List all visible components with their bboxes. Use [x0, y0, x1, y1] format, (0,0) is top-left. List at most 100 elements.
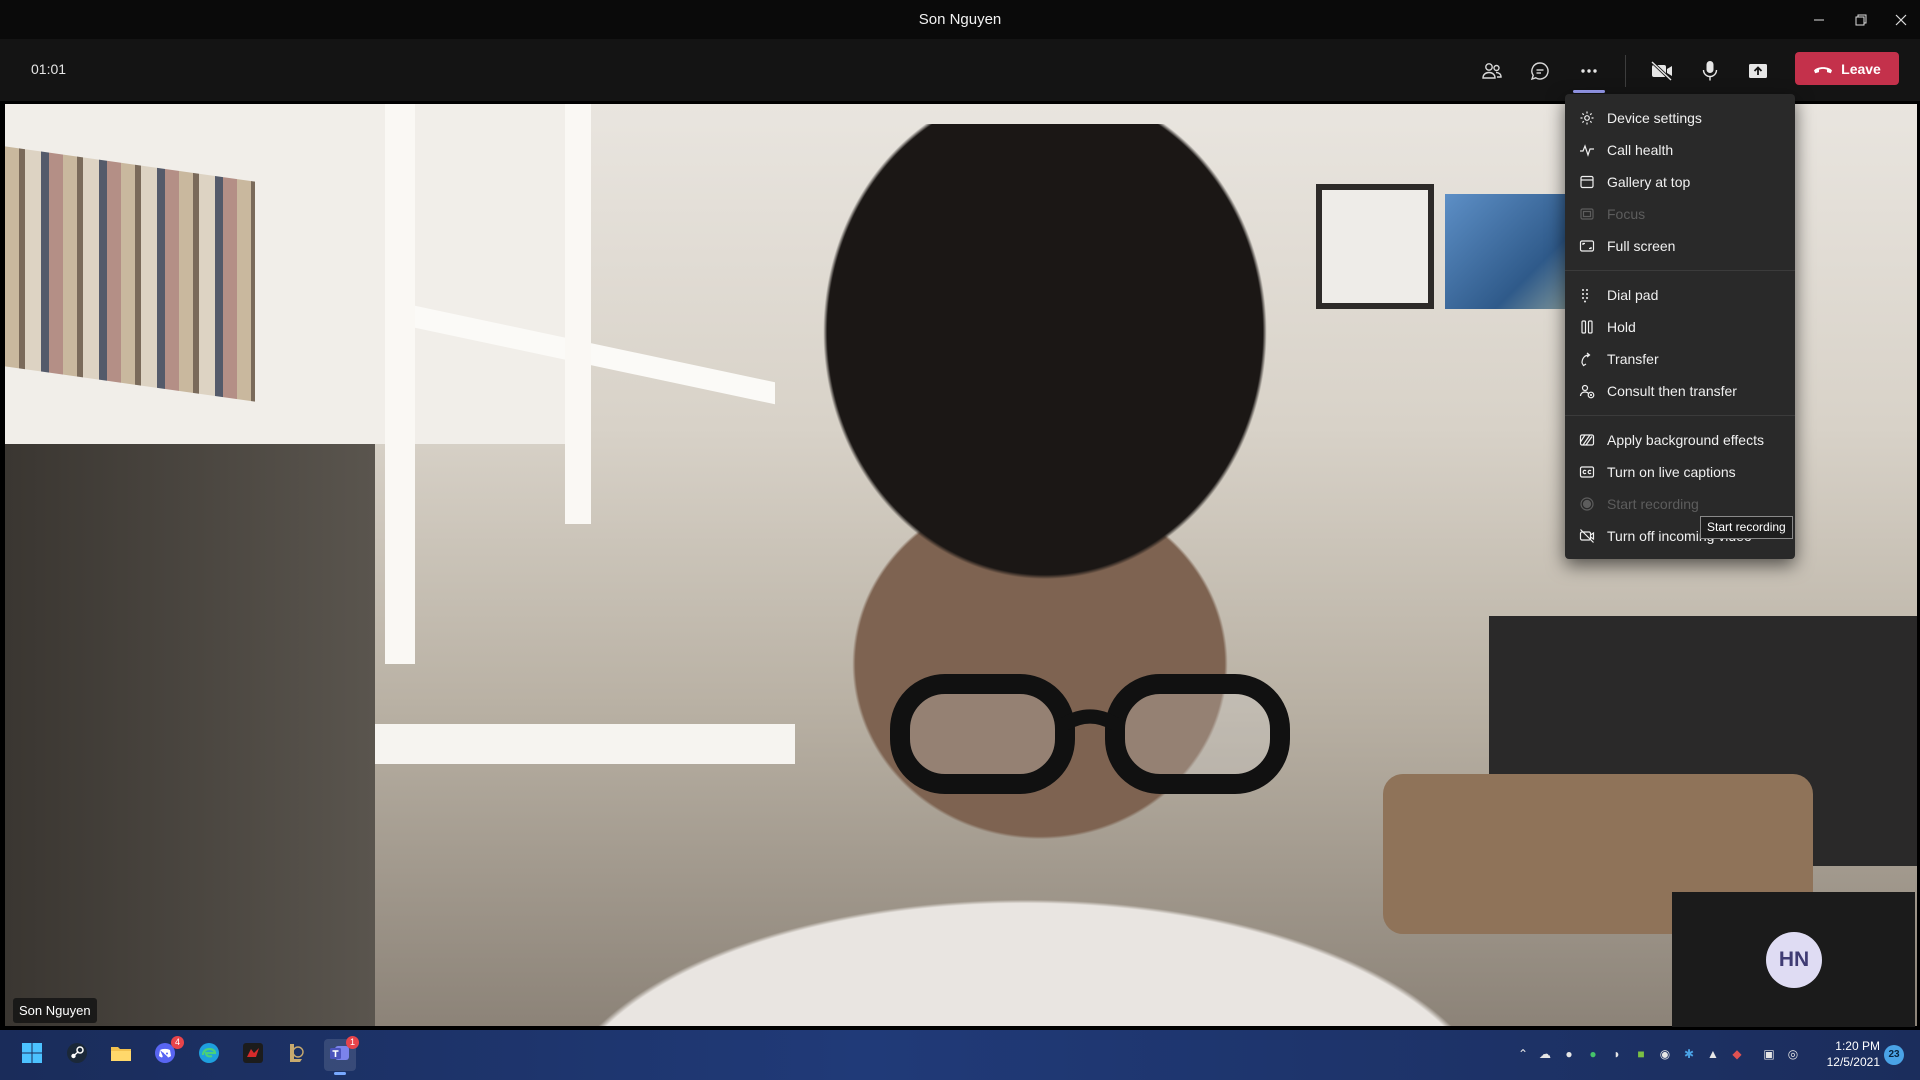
microphone-tray-icon[interactable]: ◎ — [1784, 1045, 1802, 1063]
league-client-icon — [285, 1042, 307, 1069]
teams-taskbar-button[interactable]: 1 — [324, 1036, 359, 1075]
people-button[interactable] — [1472, 51, 1512, 91]
nvidia-tray-icon[interactable]: ■ — [1632, 1045, 1650, 1063]
menu-item-label: Start recording — [1607, 496, 1699, 512]
menu-item-gallery-at-top[interactable]: Gallery at top — [1565, 166, 1795, 198]
transfer-icon — [1579, 351, 1595, 367]
participant-name-tag: Son Nguyen — [13, 998, 97, 1023]
menu-item-label: Transfer — [1607, 351, 1659, 367]
menu-item-transfer[interactable]: Transfer — [1565, 343, 1795, 375]
menu-item-label: Turn on live captions — [1607, 464, 1736, 480]
status-tray-icon[interactable]: ● — [1584, 1045, 1602, 1063]
books — [5, 146, 255, 402]
menu-item-label: Full screen — [1607, 238, 1676, 254]
start-recording-tooltip: Start recording — [1700, 516, 1793, 539]
menu-item-dial-pad[interactable]: Dial pad — [1565, 279, 1795, 311]
menu-item-label: Gallery at top — [1607, 174, 1691, 190]
menu-item-label: Consult then transfer — [1607, 383, 1737, 399]
share-screen-button[interactable] — [1738, 51, 1778, 91]
taskbar-clock[interactable]: 1:20 PM 12/5/2021 — [1810, 1038, 1880, 1070]
gallery-icon — [1579, 174, 1595, 190]
toolbar-divider — [1625, 55, 1626, 87]
background-effects-icon — [1579, 432, 1595, 448]
share-screen-icon — [1749, 64, 1767, 78]
record-icon — [1579, 496, 1595, 512]
microphone-icon — [1702, 61, 1718, 81]
edge-taskbar-button[interactable] — [193, 1039, 225, 1071]
menu-item-label: Focus — [1607, 206, 1646, 222]
pause-icon — [1579, 319, 1595, 335]
menu-item-label: Apply background effects — [1607, 432, 1764, 448]
notification-count-badge[interactable]: 23 — [1884, 1045, 1904, 1065]
fullscreen-icon — [1579, 238, 1595, 254]
menu-item-call-health[interactable]: Call health — [1565, 134, 1795, 166]
person-shirt — [475, 864, 1575, 1026]
msi-dragon-icon — [242, 1042, 264, 1069]
msi-tray-icon[interactable]: ◆ — [1728, 1045, 1746, 1063]
menu-item-label: Dial pad — [1607, 287, 1659, 303]
desk — [375, 724, 795, 764]
menu-item-turn-on-live-captions[interactable]: Turn on live captions — [1565, 456, 1795, 488]
captions-icon — [1579, 464, 1595, 480]
dark-cabinet — [5, 444, 375, 1026]
teams-tray-icon[interactable]: ● — [1560, 1045, 1578, 1063]
windows-start-taskbar-button[interactable] — [16, 1039, 48, 1071]
app-badge: 1 — [346, 1036, 359, 1049]
leave-button[interactable]: Leave — [1795, 52, 1899, 85]
menu-item-label: Call health — [1607, 142, 1674, 158]
more-actions-icon — [1581, 69, 1597, 73]
windows-taskbar: ⌃ ☁ ● ● ◗ ■ ◉ ✱ ▲ ◆ ▣ ◎ 1:20 PM 12/5/202… — [0, 1030, 1920, 1080]
file-explorer-taskbar-button[interactable] — [105, 1039, 137, 1071]
steam-tray-icon[interactable]: ◉ — [1656, 1045, 1674, 1063]
dialpad-icon — [1579, 287, 1595, 303]
camera-toggle-button[interactable] — [1642, 51, 1682, 91]
menu-item-hold[interactable]: Hold — [1565, 311, 1795, 343]
edge-icon — [198, 1042, 220, 1069]
consult-transfer-icon — [1579, 383, 1595, 399]
minimize-icon[interactable] — [1796, 0, 1842, 39]
people-icon — [1482, 63, 1502, 79]
chat-icon — [1530, 62, 1549, 81]
more-actions-button[interactable] — [1569, 51, 1609, 93]
menu-item-apply-background-effects[interactable]: Apply background effects — [1565, 424, 1795, 456]
avatar: HN — [1766, 932, 1822, 988]
chat-button[interactable] — [1520, 51, 1560, 91]
call-timer: 01:01 — [31, 61, 67, 77]
gear-icon — [1579, 110, 1595, 126]
menu-item-consult-then-transfer[interactable]: Consult then transfer — [1565, 375, 1795, 407]
network-icon[interactable]: ▣ — [1760, 1045, 1778, 1063]
clock-time: 1:20 PM — [1835, 1039, 1880, 1053]
shelf-panel — [385, 104, 415, 664]
msi-dragon-taskbar-button[interactable] — [237, 1039, 269, 1071]
app-tray-icon[interactable]: ◗ — [1608, 1045, 1626, 1063]
person-glasses — [890, 674, 1290, 794]
menu-item-full-screen[interactable]: Full screen — [1565, 230, 1795, 262]
menu-item-label: Hold — [1607, 319, 1636, 335]
menu-separator — [1565, 415, 1795, 416]
steam-icon — [66, 1042, 88, 1069]
person-hair — [765, 124, 1325, 644]
microphone-button[interactable] — [1690, 51, 1730, 91]
menu-item-focus: Focus — [1565, 198, 1795, 230]
clock-date: 12/5/2021 — [1826, 1055, 1880, 1069]
window-titlebar: Son Nguyen — [0, 0, 1920, 39]
self-view-tile[interactable]: HN — [1672, 892, 1915, 1027]
more-actions-menu: Device settings Call health Gallery at top… — [1565, 94, 1795, 559]
windows-start-icon — [21, 1042, 43, 1069]
shelf-panel — [565, 104, 591, 524]
menu-item-label: Device settings — [1607, 110, 1702, 126]
tray-overflow-icon[interactable]: ⌃ — [1514, 1045, 1532, 1063]
league-client-taskbar-button[interactable] — [280, 1039, 312, 1071]
steam-taskbar-button[interactable] — [61, 1039, 93, 1071]
onedrive-icon[interactable]: ☁ — [1536, 1045, 1554, 1063]
bluetooth-icon[interactable]: ✱ — [1680, 1045, 1698, 1063]
menu-item-device-settings[interactable]: Device settings — [1565, 102, 1795, 134]
security-tray-icon[interactable]: ▲ — [1704, 1045, 1722, 1063]
discord-taskbar-button[interactable]: 4 — [149, 1036, 184, 1071]
leave-label: Leave — [1841, 60, 1881, 77]
close-icon[interactable] — [1878, 0, 1920, 39]
hang-up-icon — [1814, 66, 1833, 73]
camera-off-icon — [1650, 60, 1673, 82]
file-explorer-icon — [110, 1042, 132, 1069]
video-off-icon — [1579, 528, 1595, 544]
